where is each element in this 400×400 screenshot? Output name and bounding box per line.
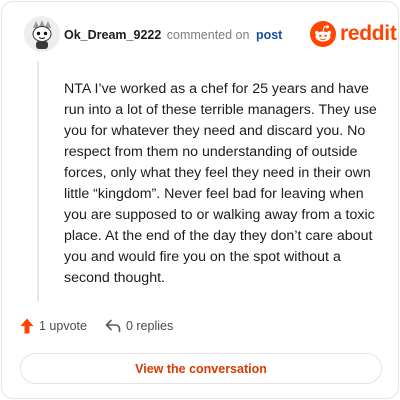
reddit-logo-icon [310,21,336,47]
upvote-button[interactable]: 1 upvote [20,318,87,334]
reply-count: 0 replies [125,319,174,333]
comment-card: Ok_Dream_9222 commented on post reddit N… [1,1,399,399]
snoo-avatar-icon[interactable] [24,16,60,52]
upvote-count: 1 upvote [39,319,87,333]
thread-line [37,62,39,302]
commented-on-text: commented on [166,28,250,42]
post-link[interactable]: post [256,28,282,42]
comment-text: NTA I’ve worked as a chef for 25 years a… [64,81,377,286]
username[interactable]: Ok_Dream_9222 [64,28,161,42]
upvote-arrow-icon [20,318,34,334]
view-conversation-button[interactable]: View the conversation [20,353,382,384]
reply-button[interactable]: 0 replies [105,319,173,333]
reply-arrow-icon [105,319,121,333]
reddit-wordmark: reddit [340,22,397,45]
comment-header: Ok_Dream_9222 commented on post [64,28,282,42]
comment-actions: 1 upvote 0 replies [20,318,173,334]
reddit-logo[interactable]: reddit [310,21,397,47]
